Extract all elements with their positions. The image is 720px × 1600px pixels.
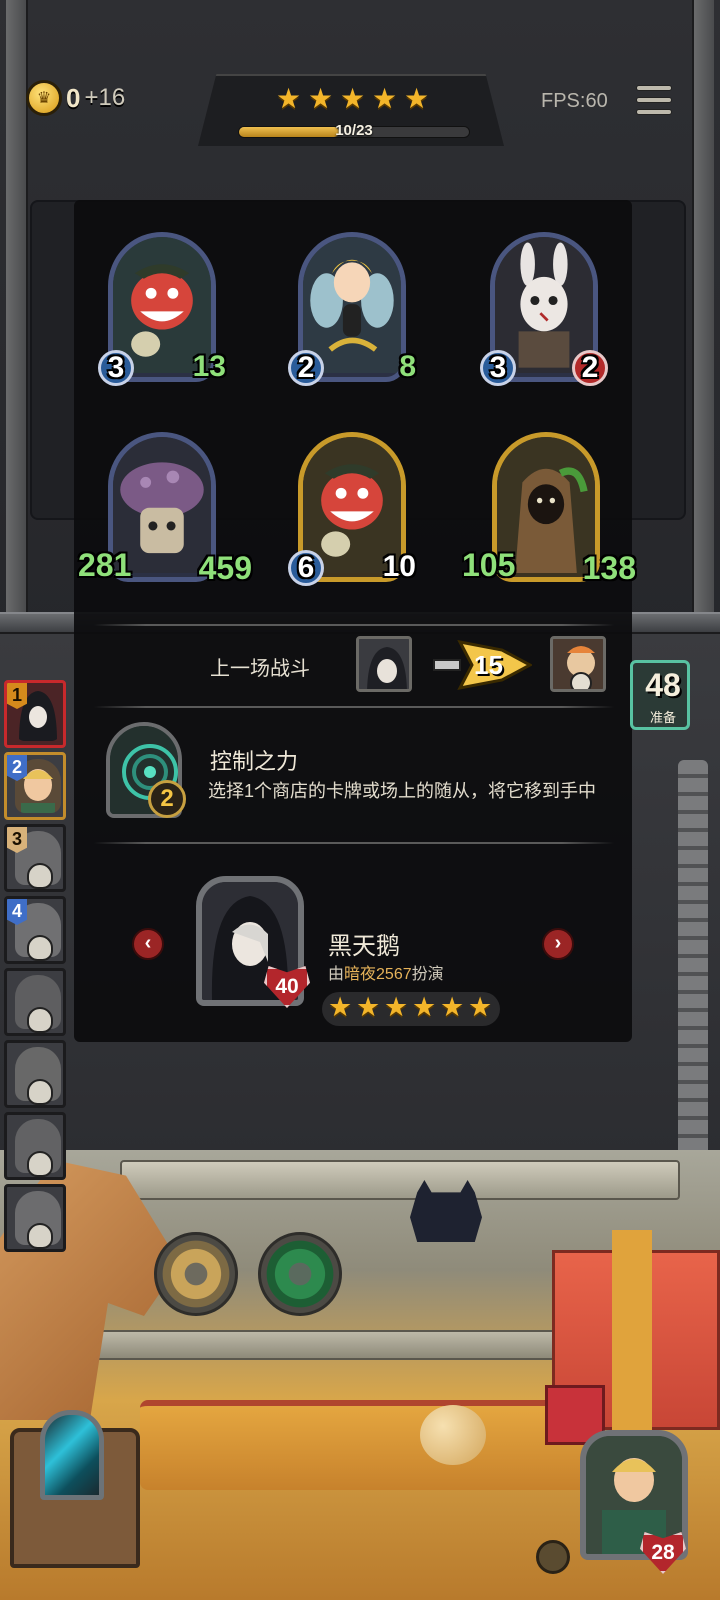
player-hero-art [586, 1436, 682, 1554]
hero-power-name: 控制之力 [210, 749, 299, 774]
countdown-timer: 48 准备 [630, 660, 690, 730]
star-icon: ★ [308, 83, 334, 114]
next-hero-button[interactable]: › [542, 928, 574, 960]
minion-card: 3 13 [98, 232, 226, 394]
health-value: 459 [198, 550, 252, 586]
skull-icon [27, 1223, 53, 1249]
left-frame [6, 0, 28, 630]
hero-power-cost: 2 [148, 780, 186, 818]
played-by-prefix: 由 [328, 966, 345, 983]
health-value: 13 [192, 350, 226, 383]
crystal-icon[interactable] [40, 1410, 104, 1500]
gold-bonus: +16 [84, 84, 126, 111]
star-icon: ★ [372, 83, 398, 114]
star-icon: ★ [384, 992, 409, 1022]
leaderboard-entry[interactable]: 1 [4, 680, 66, 748]
skull-icon [27, 1079, 53, 1105]
minion-card-golden: 6 10 [288, 432, 416, 594]
rank-badge: 4 [7, 899, 27, 925]
shelf [120, 1160, 680, 1200]
prev-hero-button[interactable]: ‹ [132, 928, 164, 960]
menu-line [636, 109, 672, 115]
skull-icon [27, 863, 53, 889]
played-by-suffix: 扮演 [411, 966, 444, 983]
hooded-hero-icon [359, 639, 409, 689]
hero-played-by: 由暗夜2567扮演 [328, 960, 444, 984]
gold-amount: 0 [66, 82, 81, 113]
defender-portrait [550, 636, 606, 692]
leaderboard-entry[interactable] [4, 1040, 66, 1108]
star-icon: ★ [356, 992, 381, 1022]
attack-badge: 3 [98, 350, 134, 386]
rank-badge: 3 [7, 827, 27, 853]
minion-card: 3 2 [480, 232, 608, 394]
skull-icon [27, 1007, 53, 1033]
menu-line [636, 85, 672, 91]
skull-icon [27, 935, 53, 961]
countdown-value: 48 [645, 667, 681, 703]
gold-counter: ♛ 0 +16 [26, 80, 125, 116]
leaderboard: 1 2 3 4 [0, 672, 74, 1272]
attacker-portrait [356, 636, 412, 692]
fps-counter: FPS:60 [541, 90, 608, 112]
skull-icon [27, 1151, 53, 1177]
rank-badge: 1 [7, 683, 27, 709]
leaderboard-entry[interactable]: 2 [4, 752, 66, 820]
hero-stars: ★ ★ ★ ★ ★ ★ [328, 992, 494, 1022]
divider [94, 706, 614, 708]
health-value: 8 [399, 350, 416, 383]
defeated-hero-icon [553, 639, 603, 689]
attack-value: 281 [78, 547, 132, 583]
rank-badge: 2 [7, 755, 27, 781]
countdown-label: 准备 [649, 710, 676, 725]
attack-badge: 3 [480, 350, 516, 386]
star-icon: ★ [440, 992, 465, 1022]
attack-badge: 2 [288, 350, 324, 386]
fairy-art [303, 237, 401, 374]
health-value: 138 [582, 550, 636, 586]
refresh-button[interactable] [258, 1232, 342, 1316]
minion-card-golden: 105 138 [462, 432, 636, 594]
gift-ribbon [612, 1230, 652, 1430]
leaderboard-entry[interactable]: 4 [4, 896, 66, 964]
player-name: 暗夜2567 [344, 966, 412, 983]
minion-card: 281 459 [78, 432, 252, 594]
armor-icon [536, 1540, 570, 1574]
health-badge: 2 [572, 350, 608, 386]
tier-stars: ★ ★ ★ ★ ★ [276, 83, 430, 114]
leaderboard-entry[interactable] [4, 1112, 66, 1180]
minion-card: 2 8 [288, 232, 416, 394]
leaderboard-entry[interactable] [4, 1184, 66, 1252]
right-frame [692, 0, 714, 630]
attack-value: 105 [462, 547, 516, 583]
divider [94, 842, 614, 844]
toy-ball [420, 1405, 486, 1465]
star-icon: ★ [276, 83, 302, 114]
health-value: 10 [382, 550, 416, 583]
freeze-button[interactable] [154, 1232, 238, 1316]
divider [94, 624, 614, 626]
menu-button[interactable] [636, 82, 672, 118]
star-icon: ★ [468, 992, 493, 1022]
star-icon: ★ [412, 992, 437, 1022]
attack-badge: 6 [288, 550, 324, 586]
star-icon: ★ [328, 992, 353, 1022]
last-battle-label: 上一场战斗 [210, 658, 310, 680]
damage-value: 15 [474, 650, 503, 680]
leaderboard-entry[interactable]: 3 [4, 824, 66, 892]
hero-power-description: 选择1个商店的卡牌或场上的随从，将它移到手中 [208, 781, 597, 801]
crown-coin-icon: ♛ [26, 80, 62, 116]
star-icon: ★ [340, 83, 366, 114]
xp-label: 10/23 [335, 122, 373, 139]
menu-line [636, 97, 672, 103]
star-icon: ★ [404, 83, 430, 114]
hero-name: 黑天鹅 [328, 933, 400, 960]
leaderboard-entry[interactable] [4, 968, 66, 1036]
